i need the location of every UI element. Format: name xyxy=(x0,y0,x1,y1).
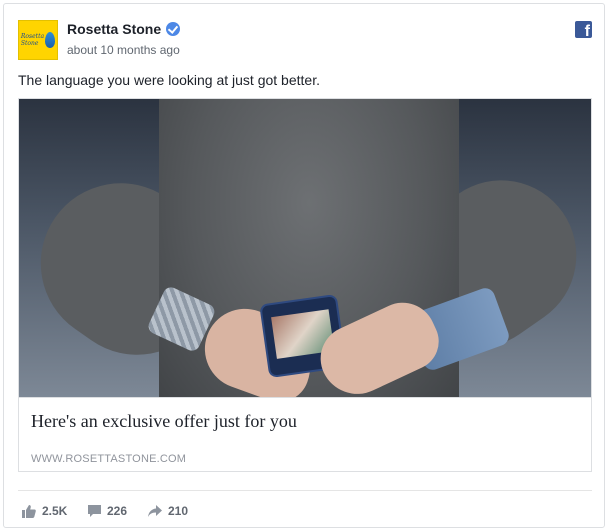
thumbs-up-icon xyxy=(22,504,36,518)
link-preview[interactable]: Here's an exclusive offer just for you W… xyxy=(18,98,592,472)
facebook-icon[interactable]: f xyxy=(575,21,592,38)
likes-count: 2.5K xyxy=(42,504,68,518)
comment-icon xyxy=(88,505,101,517)
rosetta-stone-logo-icon xyxy=(45,32,56,48)
post-header: Rosetta Stone Rosetta Stone about 10 mont… xyxy=(18,17,592,61)
facebook-post-card: Rosetta Stone Rosetta Stone about 10 mont… xyxy=(3,3,605,528)
verified-badge-icon xyxy=(166,22,181,36)
page-name-link[interactable]: Rosetta Stone xyxy=(67,21,161,37)
post-timestamp[interactable]: about 10 months ago xyxy=(67,43,180,57)
avatar-logo-text: Rosetta Stone xyxy=(20,33,45,47)
comments-stat[interactable]: 226 xyxy=(88,504,127,518)
page-avatar[interactable]: Rosetta Stone xyxy=(18,20,58,60)
page-name-row: Rosetta Stone xyxy=(67,21,181,37)
link-preview-image[interactable] xyxy=(19,99,591,397)
link-domain: WWW.ROSETTASTONE.COM xyxy=(31,453,187,465)
share-icon xyxy=(148,505,162,517)
link-caption[interactable]: Here's an exclusive offer just for you W… xyxy=(19,397,591,471)
post-footer: 2.5K 226 210 xyxy=(18,490,592,520)
shares-count: 210 xyxy=(168,504,189,518)
post-text: The language you were looking at just go… xyxy=(18,72,320,88)
link-title[interactable]: Here's an exclusive offer just for you xyxy=(31,411,297,432)
shares-stat[interactable]: 210 xyxy=(148,504,188,518)
likes-stat[interactable]: 2.5K xyxy=(22,504,67,518)
comments-count: 226 xyxy=(107,504,128,518)
